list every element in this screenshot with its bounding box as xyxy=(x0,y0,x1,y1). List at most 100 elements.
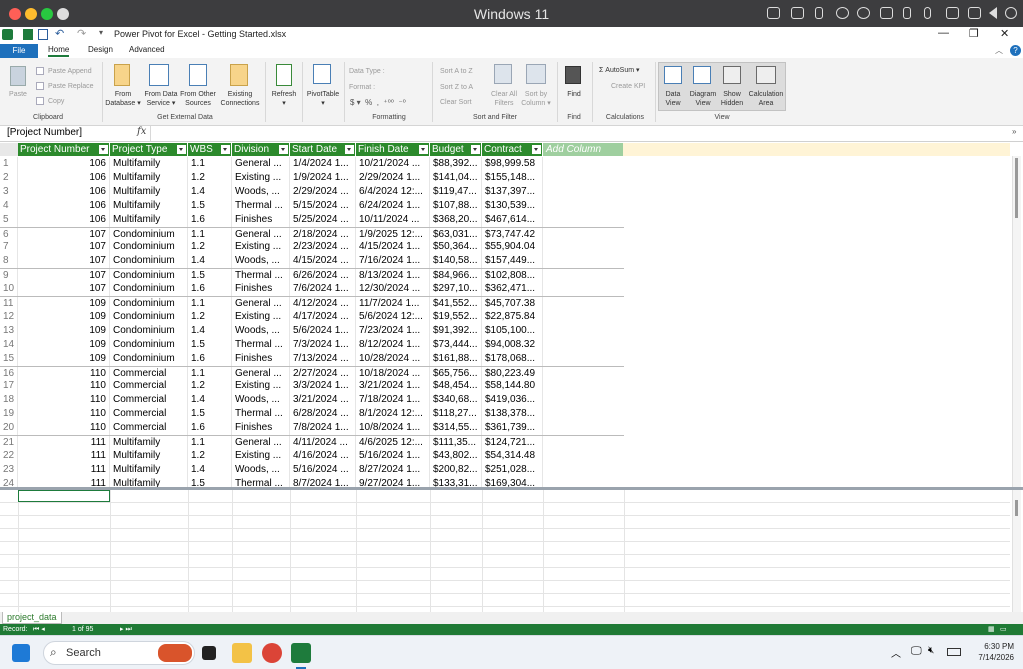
table-cell[interactable]: $88,392... xyxy=(430,157,482,171)
table-cell[interactable]: $58,144.80 xyxy=(482,379,543,394)
table-cell[interactable]: $130,539... xyxy=(482,198,543,213)
table-cell[interactable]: Existing ... xyxy=(232,448,290,463)
table-cell[interactable]: Multifamily xyxy=(110,436,188,450)
microphone-icon[interactable] xyxy=(924,7,931,19)
table-row[interactable]: 9 107 Condominium 1.5 Thermal ... 6/26/2024 .… xyxy=(0,268,624,284)
quick-access-menu-icon[interactable]: ▾ xyxy=(99,28,103,37)
table-cell[interactable]: Multifamily xyxy=(110,462,188,477)
table-cell[interactable]: 1/9/2025 12:... xyxy=(356,227,430,242)
name-box[interactable]: [Project Number] xyxy=(7,127,82,138)
table-cell[interactable]: 5/16/2024 ... xyxy=(290,462,356,477)
table-cell[interactable]: $65,756... xyxy=(430,366,482,381)
sort-a-to-z-button[interactable]: Sort A to Z xyxy=(440,67,473,76)
table-cell[interactable]: 1.6 xyxy=(188,421,232,436)
table-cell[interactable]: 2/29/2024 ... xyxy=(290,184,356,199)
table-cell[interactable]: 10/11/2024 ... xyxy=(356,212,430,227)
table-cell[interactable]: Condominium xyxy=(110,227,188,242)
column-header[interactable]: Contract xyxy=(482,143,543,156)
find-button[interactable]: Find xyxy=(560,90,588,99)
table-cell[interactable]: 4/15/2024 ... xyxy=(290,254,356,269)
table-cell[interactable]: 5/15/2024 ... xyxy=(290,198,356,213)
column-header[interactable]: Project Number xyxy=(18,143,110,156)
format-dropdown[interactable]: Format : xyxy=(349,83,375,92)
table-cell[interactable]: $105,100... xyxy=(482,323,543,338)
table-cell[interactable]: 4/12/2024 ... xyxy=(290,297,356,311)
table-cell[interactable]: 7/3/2024 1... xyxy=(290,337,356,352)
table-cell[interactable]: 109 xyxy=(18,323,110,338)
table-cell[interactable]: 107 xyxy=(18,269,110,284)
table-cell[interactable]: 110 xyxy=(18,393,110,408)
column-header[interactable]: Start Date xyxy=(290,143,356,156)
table-cell[interactable]: Multifamily xyxy=(110,157,188,171)
table-cell[interactable]: $141,04... xyxy=(430,170,482,185)
from-other-sources-button[interactable]: From Other Sources xyxy=(179,90,217,108)
table-cell[interactable]: Existing ... xyxy=(232,170,290,185)
table-cell[interactable]: 10/8/2024 1... xyxy=(356,421,430,436)
table-cell[interactable]: $119,47... xyxy=(430,184,482,199)
table-cell[interactable]: 1.4 xyxy=(188,254,232,269)
table-cell[interactable]: Woods, ... xyxy=(232,254,290,269)
table-cell[interactable]: 11/7/2024 1... xyxy=(356,297,430,311)
filter-dropdown-icon[interactable] xyxy=(177,145,186,154)
table-cell[interactable]: $22,875.84 xyxy=(482,309,543,324)
table-cell[interactable]: 1.4 xyxy=(188,184,232,199)
data-view-button[interactable]: Data View xyxy=(658,90,688,108)
table-cell[interactable]: 1.5 xyxy=(188,198,232,213)
table-cell[interactable]: $340,68... xyxy=(430,393,482,408)
table-cell[interactable]: Existing ... xyxy=(232,240,290,255)
table-cell[interactable]: Finishes xyxy=(232,351,290,366)
table-cell[interactable]: 1.6 xyxy=(188,212,232,227)
clock[interactable]: 6:30 PM 7/14/2026 xyxy=(962,641,1014,663)
table-cell[interactable]: $361,739... xyxy=(482,421,543,436)
table-cell[interactable]: Thermal ... xyxy=(232,198,290,213)
help-icon[interactable]: ? xyxy=(1010,45,1021,56)
pivottable-button[interactable]: PivotTable ▾ xyxy=(303,90,343,108)
table-cell[interactable]: $73,444... xyxy=(430,337,482,352)
table-cell[interactable]: $45,707.38 xyxy=(482,297,543,311)
filter-dropdown-icon[interactable] xyxy=(532,145,541,154)
table-row[interactable]: 17 110 Commercial 1.2 Existing ... 3/3/2024 1… xyxy=(0,379,624,394)
grid-view-icon[interactable]: ▦ xyxy=(988,624,995,635)
table-cell[interactable]: Commercial xyxy=(110,393,188,408)
table-cell[interactable]: $251,028... xyxy=(482,462,543,477)
table-cell[interactable]: 6/26/2024 ... xyxy=(290,269,356,284)
no-signal-icon[interactable] xyxy=(836,7,849,19)
table-cell[interactable]: Condominium xyxy=(110,337,188,352)
table-cell[interactable]: General ... xyxy=(232,297,290,311)
table-cell[interactable]: Finishes xyxy=(232,282,290,297)
formula-input[interactable] xyxy=(150,126,1005,141)
filter-dropdown-icon[interactable] xyxy=(471,145,480,154)
table-cell[interactable]: 110 xyxy=(18,421,110,436)
table-cell[interactable]: General ... xyxy=(232,157,290,171)
table-cell[interactable]: $94,008.32 xyxy=(482,337,543,352)
battery-tray-icon[interactable] xyxy=(947,648,961,656)
table-cell[interactable]: 109 xyxy=(18,337,110,352)
task-view-icon[interactable] xyxy=(202,646,216,660)
table-cell[interactable]: 12/30/2024 ... xyxy=(356,282,430,297)
network-icon[interactable]: 🖵 xyxy=(911,645,922,658)
table-cell[interactable]: 1.1 xyxy=(188,297,232,311)
table-cell[interactable]: 1/4/2024 1... xyxy=(290,157,356,171)
table-cell[interactable]: 1.5 xyxy=(188,407,232,422)
table-row[interactable]: 18 110 Commercial 1.4 Woods, ... 3/21/2024 ..… xyxy=(0,393,624,408)
table-cell[interactable]: Existing ... xyxy=(232,379,290,394)
table-cell[interactable]: $19,552... xyxy=(430,309,482,324)
table-cell[interactable]: $118,27... xyxy=(430,407,482,422)
paste-button[interactable]: Paste xyxy=(4,90,32,99)
table-cell[interactable]: $362,471... xyxy=(482,282,543,297)
table-row[interactable]: 15 109 Condominium 1.6 Finishes 7/13/2024 ...… xyxy=(0,351,624,366)
tab-file[interactable]: File xyxy=(0,44,38,58)
excel-taskbar-icon[interactable] xyxy=(291,643,311,663)
column-header[interactable]: Finish Date xyxy=(356,143,430,156)
table-cell[interactable]: $137,397... xyxy=(482,184,543,199)
column-header[interactable]: Division xyxy=(232,143,290,156)
minimize-button[interactable]: — xyxy=(938,27,949,39)
table-cell[interactable]: 3/21/2024 ... xyxy=(290,393,356,408)
table-cell[interactable]: Condominium xyxy=(110,269,188,284)
table-cell[interactable]: 106 xyxy=(18,170,110,185)
table-cell[interactable]: $98,999.58 xyxy=(482,157,543,171)
table-cell[interactable]: 106 xyxy=(18,198,110,213)
table-cell[interactable]: 1.4 xyxy=(188,393,232,408)
back-arrow-icon[interactable] xyxy=(989,7,997,19)
table-row[interactable]: 8 107 Condominium 1.4 Woods, ... 4/15/2024 ..… xyxy=(0,254,624,269)
